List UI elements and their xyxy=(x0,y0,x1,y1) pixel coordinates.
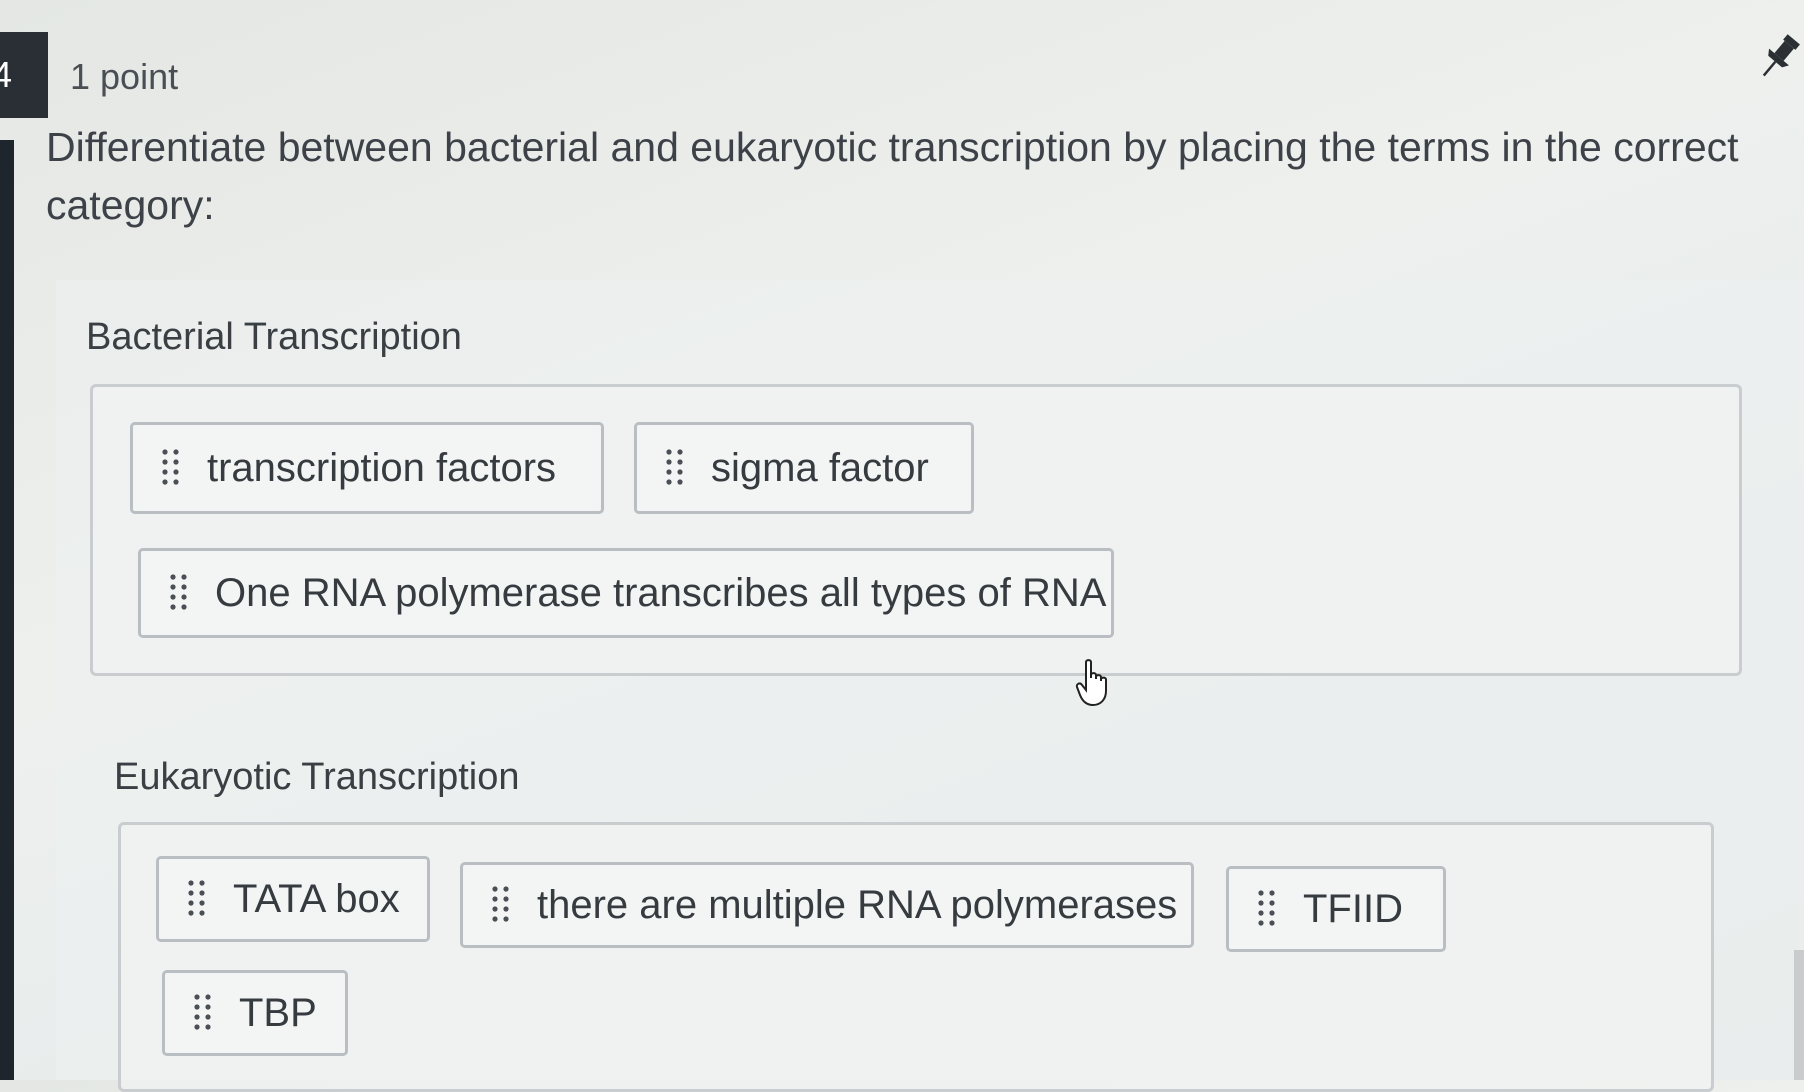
drag-handle-icon xyxy=(162,449,179,485)
term-label: One RNA polymerase transcribes all types… xyxy=(215,570,1107,615)
drag-handle-icon xyxy=(170,574,187,610)
term-chip[interactable]: transcription factors xyxy=(130,422,604,514)
term-label: there are multiple RNA polymerases xyxy=(537,882,1178,927)
drag-handle-icon xyxy=(194,994,211,1030)
drag-handle-icon xyxy=(666,449,683,485)
term-chip[interactable]: there are multiple RNA polymerases xyxy=(460,862,1194,948)
term-label: transcription factors xyxy=(207,445,557,490)
drag-handle-icon xyxy=(1258,890,1275,926)
term-chip[interactable]: TATA box xyxy=(156,856,430,942)
term-label: TATA box xyxy=(233,876,400,921)
term-chip[interactable]: One RNA polymerase transcribes all types… xyxy=(138,548,1114,638)
term-label: TBP xyxy=(239,990,317,1035)
left-edge xyxy=(0,140,14,1080)
category-title-bacterial: Bacterial Transcription xyxy=(86,316,462,358)
category-title-eukaryotic: Eukaryotic Transcription xyxy=(114,756,520,798)
question-points: 1 point xyxy=(70,56,179,97)
question-text: Differentiate between bacterial and euka… xyxy=(46,124,1739,228)
question-number: 4 xyxy=(0,32,48,118)
term-label: TFIID xyxy=(1303,886,1403,931)
term-chip[interactable]: TBP xyxy=(162,970,348,1056)
drag-handle-icon xyxy=(492,886,509,922)
term-chip[interactable]: sigma factor xyxy=(634,422,974,514)
drag-handle-icon xyxy=(188,880,205,916)
scrollbar[interactable] xyxy=(1794,950,1804,1080)
hand-pointer-icon xyxy=(1075,659,1107,707)
term-chip[interactable]: TFIID xyxy=(1226,866,1446,952)
term-label: sigma factor xyxy=(711,445,929,490)
pin-icon[interactable] xyxy=(1754,30,1804,84)
